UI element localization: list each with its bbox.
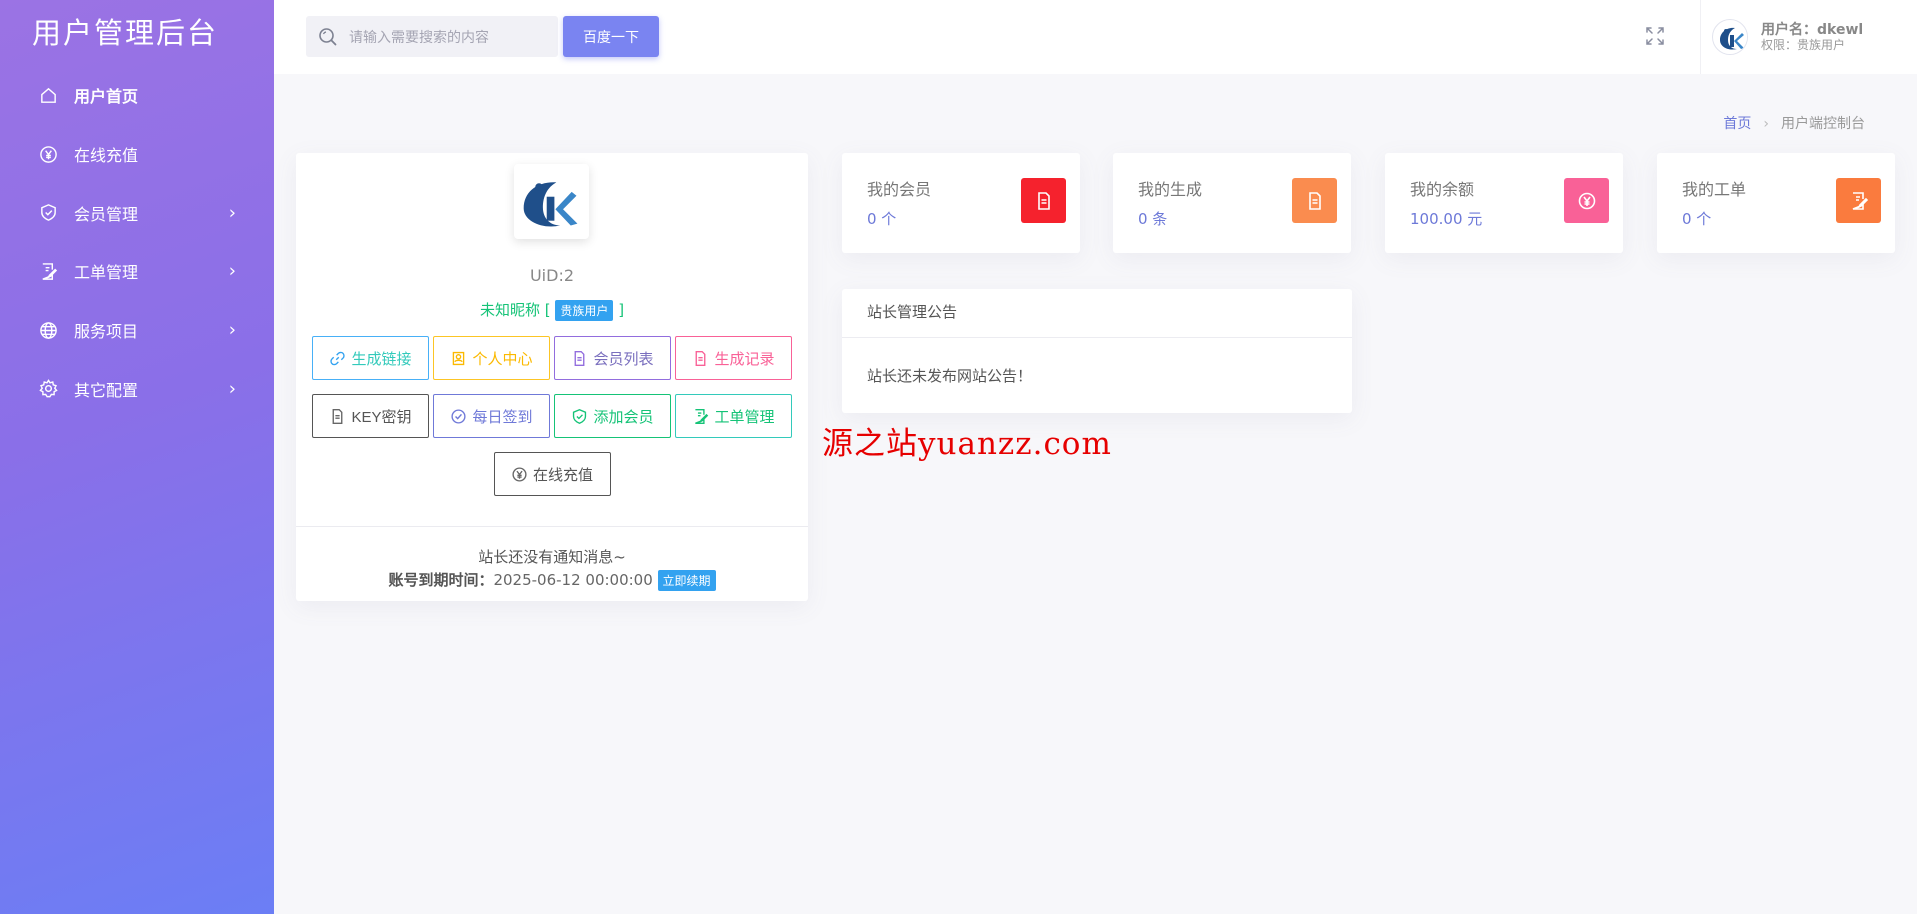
user-icon	[453, 351, 465, 365]
search-box	[306, 16, 558, 57]
generation-records-button[interactable]: 生成记录	[675, 336, 792, 380]
yen-icon	[38, 144, 58, 164]
chevron-right-icon: ›	[228, 319, 236, 341]
personal-center-button[interactable]: 个人中心	[433, 336, 550, 380]
member-list-button[interactable]: 会员列表	[554, 336, 671, 380]
sidebar-nav: 用户首页 在线充值 会员管理 › 工单管理 › 服务项目 › 其它配置 ›	[0, 66, 274, 418]
fullscreen-icon[interactable]	[1644, 25, 1666, 47]
bracket-close: ]	[618, 301, 625, 319]
add-member-button[interactable]: 添加会员	[554, 394, 671, 438]
announcement-title: 站长管理公告	[842, 289, 1352, 338]
breadcrumb-current: 用户端控制台	[1781, 116, 1865, 132]
divider	[296, 526, 808, 527]
globe-icon	[38, 320, 58, 340]
role-badge: 贵族用户	[555, 300, 614, 321]
expiry-value: 2025-06-12 00:00:00	[493, 571, 653, 589]
sidebar-item-label: 服务项目	[74, 322, 139, 342]
expiry-label: 账号到期时间：	[388, 571, 494, 589]
check-circle-icon	[451, 408, 467, 424]
search-icon	[319, 27, 337, 45]
daily-checkin-button[interactable]: 每日签到	[433, 394, 550, 438]
quick-actions-row-2: KEY密钥 每日签到 添加会员 工单管理	[296, 394, 808, 438]
user-uid: UiD:2	[529, 266, 575, 285]
top-header: 百度一下 用户名：dkewl 权限：贵族用户	[274, 0, 1917, 74]
sidebar-item-label: 会员管理	[74, 204, 139, 224]
renew-button[interactable]: 立即续期	[657, 570, 716, 591]
ticket-icon	[1836, 178, 1881, 223]
quick-actions-row-3: 在线充值	[296, 452, 808, 496]
sidebar-item-recharge[interactable]: 在线充值	[0, 125, 274, 184]
nickname: 未知昵称	[479, 301, 540, 319]
announcement-body: 站长还未发布网站公告！	[867, 367, 1033, 385]
sidebar-item-settings[interactable]: 其它配置 ›	[0, 359, 274, 418]
logo-icon	[523, 181, 577, 227]
watermark: 源之站yuanzz.com	[822, 426, 1112, 462]
search-input[interactable]	[347, 27, 557, 46]
user-role: 权限：贵族用户	[1761, 38, 1846, 52]
avatar[interactable]	[1712, 19, 1748, 55]
shield-check-icon	[573, 408, 587, 424]
yen-icon	[512, 466, 527, 482]
online-recharge-button[interactable]: 在线充值	[493, 452, 611, 496]
profile-avatar	[514, 164, 589, 239]
generate-link-button[interactable]: 生成链接	[312, 336, 429, 380]
breadcrumb-separator: ›	[1763, 116, 1769, 132]
stat-card-balance: 我的余额 100.00 元	[1385, 153, 1623, 253]
sidebar-item-members[interactable]: 会员管理 ›	[0, 183, 274, 242]
stat-value: 100.00 元	[1410, 210, 1483, 228]
chevron-right-icon: ›	[228, 260, 236, 282]
document-icon	[1292, 178, 1337, 223]
stat-label: 我的余额	[1410, 180, 1475, 199]
gear-icon	[38, 379, 58, 399]
expiry-line: 账号到期时间：2025-06-12 00:00:00 立即续期	[296, 569, 808, 591]
stat-value: 0 条	[1138, 210, 1168, 228]
nickname-line: 未知昵称 [ 贵族用户 ]	[296, 299, 808, 321]
shield-icon	[38, 203, 58, 223]
quick-actions-row-1: 生成链接 个人中心 会员列表 生成记录	[296, 336, 808, 380]
stat-label: 我的生成	[1138, 180, 1203, 199]
header-divider	[1700, 0, 1701, 74]
sidebar-item-tickets[interactable]: 工单管理 ›	[0, 242, 274, 301]
yen-icon	[1564, 178, 1609, 223]
document-icon	[575, 350, 585, 366]
stat-value: 0 个	[867, 210, 897, 228]
link-icon	[330, 351, 346, 365]
stat-value: 0 个	[1682, 210, 1712, 228]
document-icon	[696, 350, 706, 366]
key-button[interactable]: KEY密钥	[312, 394, 429, 438]
chevron-right-icon: ›	[228, 202, 236, 224]
profile-card: UiD:2 未知昵称 [ 贵族用户 ] 生成链接 个人中心 会员列表 生成记录 …	[296, 153, 808, 601]
stat-card-tickets: 我的工单 0 个	[1657, 153, 1895, 253]
sidebar-item-label: 用户首页	[74, 87, 139, 107]
stat-label: 我的工单	[1682, 180, 1747, 199]
notice-message: 站长还没有通知消息~	[478, 548, 626, 566]
sidebar: 用户管理后台 用户首页 在线充值 会员管理 › 工单管理 › 服务项目 › 其它…	[0, 0, 274, 914]
stat-card-members: 我的会员 0 个	[842, 153, 1080, 253]
breadcrumb: 首页 › 用户端控制台	[1723, 113, 1865, 133]
document-icon	[333, 408, 343, 424]
sidebar-item-label: 其它配置	[74, 380, 139, 400]
bracket-open: [	[544, 301, 551, 319]
ticket-management-button[interactable]: 工单管理	[675, 394, 792, 438]
breadcrumb-home[interactable]: 首页	[1723, 116, 1751, 132]
stat-card-generated: 我的生成 0 条	[1113, 153, 1351, 253]
ticket-icon	[38, 261, 58, 281]
document-icon	[1021, 178, 1066, 223]
sidebar-item-services[interactable]: 服务项目 ›	[0, 301, 274, 360]
sidebar-item-label: 工单管理	[74, 263, 139, 283]
sidebar-item-label: 在线充值	[74, 146, 139, 166]
search-button[interactable]: 百度一下	[563, 16, 659, 57]
announcement-card: 站长管理公告 站长还未发布网站公告！	[842, 289, 1352, 413]
home-icon	[38, 85, 58, 105]
chevron-right-icon: ›	[228, 378, 236, 400]
stat-label: 我的会员	[867, 180, 932, 199]
sidebar-item-home[interactable]: 用户首页	[0, 66, 274, 125]
ticket-icon	[695, 408, 709, 424]
app-title: 用户管理后台	[32, 16, 219, 50]
